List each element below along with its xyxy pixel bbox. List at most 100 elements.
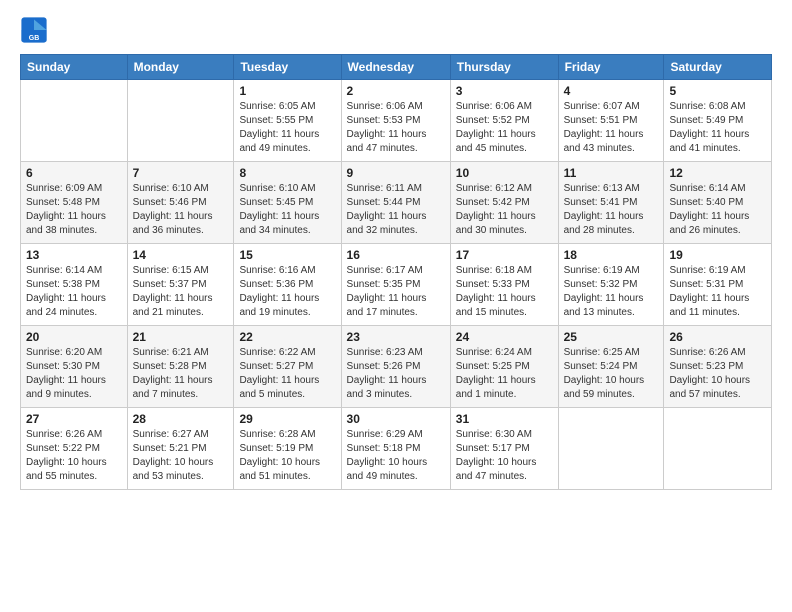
weekday-header-row: SundayMondayTuesdayWednesdayThursdayFrid… [21,55,772,80]
day-cell: 26 Sunrise: 6:26 AM Sunset: 5:23 PM Dayli… [664,326,772,408]
day-number: 4 [564,84,659,98]
day-cell: 23 Sunrise: 6:23 AM Sunset: 5:26 PM Dayli… [341,326,450,408]
day-cell: 28Sunrise: 6:27 AM Sunset: 5:21 PM Dayli… [127,408,234,490]
day-info: Sunrise: 6:19 AM Sunset: 5:31 PM Dayligh… [669,264,766,320]
day-number: 6 [26,166,122,180]
day-cell: 12Sunrise: 6:14 AM Sunset: 5:40 PM Dayli… [664,162,772,244]
day-cell: 3 Sunrise: 6:06 AM Sunset: 5:52 PM Daylig… [450,80,558,162]
day-cell: 21 Sunrise: 6:21 AM Sunset: 5:28 PM Dayli… [127,326,234,408]
day-number: 18 [564,248,659,262]
day-info: Sunrise: 6:10 AM Sunset: 5:45 PM Dayligh… [239,182,335,238]
day-number: 7 [133,166,229,180]
week-row-4: 20 Sunrise: 6:20 AM Sunset: 5:30 PM Dayli… [21,326,772,408]
day-info: Sunrise: 6:10 AM Sunset: 5:46 PM Dayligh… [133,182,229,238]
day-cell: 8Sunrise: 6:10 AM Sunset: 5:45 PM Daylig… [234,162,341,244]
day-info: Sunrise: 6:08 AM Sunset: 5:49 PM Dayligh… [669,100,766,156]
day-info: Sunrise: 6:05 AM Sunset: 5:55 PM Dayligh… [239,100,335,156]
day-number: 2 [347,84,445,98]
day-cell [127,80,234,162]
day-number: 5 [669,84,766,98]
day-info: Sunrise: 6:17 AM Sunset: 5:35 PM Dayligh… [347,264,445,320]
day-info: Sunrise: 6:23 AM Sunset: 5:26 PM Dayligh… [347,346,445,402]
day-number: 13 [26,248,122,262]
day-number: 25 [564,330,659,344]
day-cell [664,408,772,490]
day-cell: 1 Sunrise: 6:05 AM Sunset: 5:55 PM Daylig… [234,80,341,162]
day-info: Sunrise: 6:14 AM Sunset: 5:40 PM Dayligh… [669,182,766,238]
calendar-page: GB SundayMondayTuesdayWednesdayThursdayF… [0,0,792,612]
day-number: 16 [347,248,445,262]
day-info: Sunrise: 6:18 AM Sunset: 5:33 PM Dayligh… [456,264,553,320]
day-cell: 9Sunrise: 6:11 AM Sunset: 5:44 PM Daylig… [341,162,450,244]
day-cell: 31Sunrise: 6:30 AM Sunset: 5:17 PM Dayli… [450,408,558,490]
day-number: 24 [456,330,553,344]
weekday-header-thursday: Thursday [450,55,558,80]
day-cell: 14 Sunrise: 6:15 AM Sunset: 5:37 PM Dayli… [127,244,234,326]
day-number: 11 [564,166,659,180]
day-info: Sunrise: 6:20 AM Sunset: 5:30 PM Dayligh… [26,346,122,402]
day-number: 26 [669,330,766,344]
day-cell: 17 Sunrise: 6:18 AM Sunset: 5:33 PM Dayli… [450,244,558,326]
day-cell [21,80,128,162]
day-cell: 2 Sunrise: 6:06 AM Sunset: 5:53 PM Daylig… [341,80,450,162]
day-info: Sunrise: 6:26 AM Sunset: 5:22 PM Dayligh… [26,428,122,484]
day-number: 29 [239,412,335,426]
day-info: Sunrise: 6:16 AM Sunset: 5:36 PM Dayligh… [239,264,335,320]
day-cell: 10 Sunrise: 6:12 AM Sunset: 5:42 PM Dayli… [450,162,558,244]
weekday-header-sunday: Sunday [21,55,128,80]
weekday-header-tuesday: Tuesday [234,55,341,80]
day-info: Sunrise: 6:25 AM Sunset: 5:24 PM Dayligh… [564,346,659,402]
day-info: Sunrise: 6:09 AM Sunset: 5:48 PM Dayligh… [26,182,122,238]
day-info: Sunrise: 6:30 AM Sunset: 5:17 PM Dayligh… [456,428,553,484]
day-cell: 20 Sunrise: 6:20 AM Sunset: 5:30 PM Dayli… [21,326,128,408]
day-info: Sunrise: 6:13 AM Sunset: 5:41 PM Dayligh… [564,182,659,238]
day-number: 1 [239,84,335,98]
day-cell: 7 Sunrise: 6:10 AM Sunset: 5:46 PM Daylig… [127,162,234,244]
weekday-header-saturday: Saturday [664,55,772,80]
day-cell: 19 Sunrise: 6:19 AM Sunset: 5:31 PM Dayli… [664,244,772,326]
svg-text:GB: GB [29,35,40,42]
day-cell [558,408,664,490]
day-info: Sunrise: 6:24 AM Sunset: 5:25 PM Dayligh… [456,346,553,402]
day-number: 14 [133,248,229,262]
day-number: 17 [456,248,553,262]
day-cell: 6 Sunrise: 6:09 AM Sunset: 5:48 PM Daylig… [21,162,128,244]
day-number: 20 [26,330,122,344]
week-row-3: 13Sunrise: 6:14 AM Sunset: 5:38 PM Dayli… [21,244,772,326]
logo: GB [20,16,50,44]
day-cell: 25 Sunrise: 6:25 AM Sunset: 5:24 PM Dayli… [558,326,664,408]
day-number: 21 [133,330,229,344]
day-cell: 4 Sunrise: 6:07 AM Sunset: 5:51 PM Daylig… [558,80,664,162]
day-number: 10 [456,166,553,180]
day-cell: 16 Sunrise: 6:17 AM Sunset: 5:35 PM Dayli… [341,244,450,326]
weekday-header-monday: Monday [127,55,234,80]
day-info: Sunrise: 6:26 AM Sunset: 5:23 PM Dayligh… [669,346,766,402]
day-number: 27 [26,412,122,426]
day-cell: 13Sunrise: 6:14 AM Sunset: 5:38 PM Dayli… [21,244,128,326]
day-info: Sunrise: 6:06 AM Sunset: 5:52 PM Dayligh… [456,100,553,156]
day-info: Sunrise: 6:07 AM Sunset: 5:51 PM Dayligh… [564,100,659,156]
day-number: 28 [133,412,229,426]
day-cell: 29 Sunrise: 6:28 AM Sunset: 5:19 PM Dayli… [234,408,341,490]
calendar-table: SundayMondayTuesdayWednesdayThursdayFrid… [20,54,772,490]
day-info: Sunrise: 6:21 AM Sunset: 5:28 PM Dayligh… [133,346,229,402]
day-number: 9 [347,166,445,180]
day-cell: 18 Sunrise: 6:19 AM Sunset: 5:32 PM Dayli… [558,244,664,326]
logo-icon: GB [20,16,48,44]
day-cell: 30Sunrise: 6:29 AM Sunset: 5:18 PM Dayli… [341,408,450,490]
weekday-header-wednesday: Wednesday [341,55,450,80]
week-row-1: 1 Sunrise: 6:05 AM Sunset: 5:55 PM Daylig… [21,80,772,162]
day-number: 19 [669,248,766,262]
day-info: Sunrise: 6:28 AM Sunset: 5:19 PM Dayligh… [239,428,335,484]
day-info: Sunrise: 6:19 AM Sunset: 5:32 PM Dayligh… [564,264,659,320]
day-info: Sunrise: 6:12 AM Sunset: 5:42 PM Dayligh… [456,182,553,238]
day-cell: 5 Sunrise: 6:08 AM Sunset: 5:49 PM Daylig… [664,80,772,162]
day-info: Sunrise: 6:06 AM Sunset: 5:53 PM Dayligh… [347,100,445,156]
day-number: 3 [456,84,553,98]
week-row-5: 27 Sunrise: 6:26 AM Sunset: 5:22 PM Dayli… [21,408,772,490]
day-number: 23 [347,330,445,344]
day-number: 15 [239,248,335,262]
day-info: Sunrise: 6:15 AM Sunset: 5:37 PM Dayligh… [133,264,229,320]
day-cell: 24 Sunrise: 6:24 AM Sunset: 5:25 PM Dayli… [450,326,558,408]
day-cell: 27 Sunrise: 6:26 AM Sunset: 5:22 PM Dayli… [21,408,128,490]
